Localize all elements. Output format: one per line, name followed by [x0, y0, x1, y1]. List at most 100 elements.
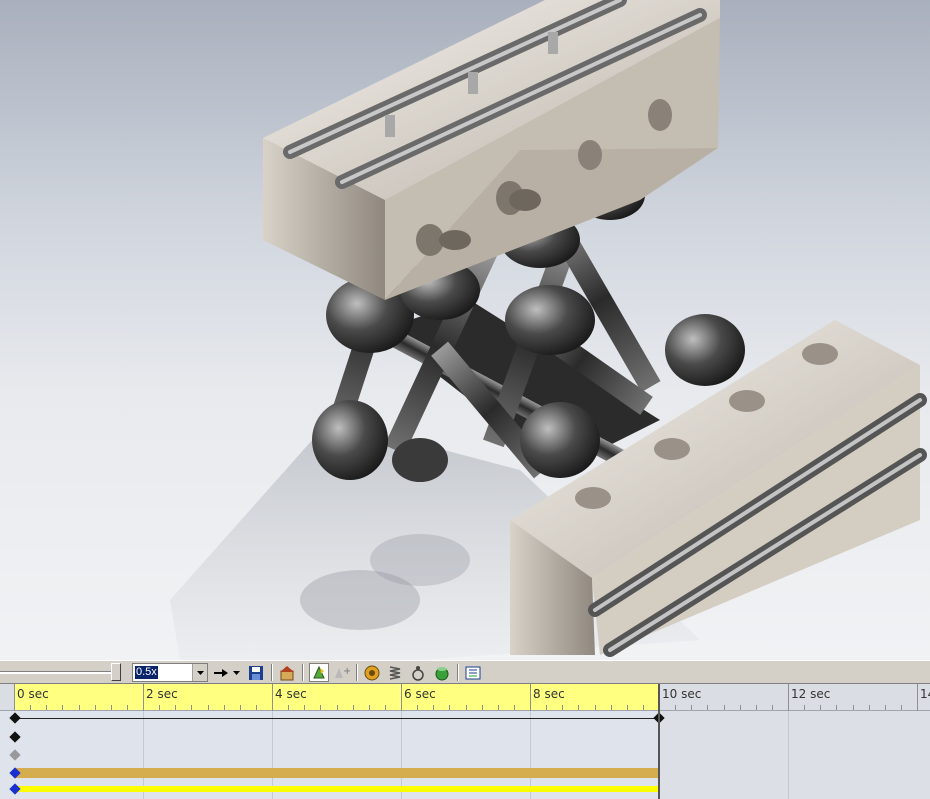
keyframe[interactable]: [9, 749, 21, 761]
tick-mark: [917, 684, 918, 711]
minor-tick: [869, 705, 870, 710]
minor-tick: [514, 705, 515, 710]
minor-tick: [611, 705, 612, 710]
chevron-down-icon[interactable]: [192, 664, 207, 681]
animation-toolbar: 0.5x +: [0, 660, 930, 684]
minor-tick: [804, 705, 805, 710]
minor-tick: [95, 705, 96, 710]
keyframe[interactable]: [9, 731, 21, 743]
minor-tick: [30, 705, 31, 710]
minor-tick: [353, 705, 354, 710]
results-icon[interactable]: [463, 663, 483, 682]
tick-mark: [788, 684, 789, 711]
minor-tick: [417, 705, 418, 710]
minor-tick: [740, 705, 741, 710]
tick-mark: [143, 684, 144, 711]
minor-tick: [546, 705, 547, 710]
minor-tick: [240, 705, 241, 710]
tick-label: 12 sec: [791, 687, 831, 701]
minor-tick: [304, 705, 305, 710]
minor-tick: [691, 705, 692, 710]
save-animation-icon[interactable]: [246, 663, 266, 682]
tick-label: 2 sec: [146, 687, 178, 701]
minor-tick: [901, 705, 902, 710]
minor-tick: [595, 705, 596, 710]
motion-study-timeline[interactable]: 0 sec 2 sec 4 sec 6 sec 8 sec 10 sec 12 …: [0, 684, 930, 799]
minor-tick: [756, 705, 757, 710]
minor-tick: [111, 705, 112, 710]
minor-tick: [562, 705, 563, 710]
tick-label: 8 sec: [533, 687, 565, 701]
toolbar-separator: [457, 664, 459, 681]
tick-label: 6 sec: [404, 687, 436, 701]
graphics-viewport[interactable]: [0, 0, 930, 660]
tick-label: 10 sec: [662, 687, 702, 701]
add-key-icon[interactable]: +: [331, 663, 351, 682]
minor-tick: [707, 705, 708, 710]
minor-tick: [498, 705, 499, 710]
tick-mark: [272, 684, 273, 711]
engine-model-render: [170, 0, 927, 660]
tick-mark: [530, 684, 531, 711]
contact-icon[interactable]: [408, 663, 428, 682]
minor-tick: [724, 705, 725, 710]
toolbar-separator: [302, 664, 304, 681]
play-arrow-icon[interactable]: [211, 663, 231, 682]
minor-tick: [369, 705, 370, 710]
motion-track-bar[interactable]: [15, 768, 659, 778]
upper-cylinder-head: [263, 0, 720, 300]
time-bar[interactable]: [658, 684, 660, 799]
minor-tick: [433, 705, 434, 710]
gravity-icon[interactable]: [432, 663, 452, 682]
minor-tick: [208, 705, 209, 710]
tick-mark: [401, 684, 402, 711]
minor-tick: [853, 705, 854, 710]
spring-icon[interactable]: [385, 663, 405, 682]
minor-tick: [466, 705, 467, 710]
motor-icon[interactable]: [362, 663, 382, 682]
playback-speed-select[interactable]: 0.5x: [132, 663, 208, 682]
svg-text:+: +: [343, 666, 350, 677]
minor-tick: [224, 705, 225, 710]
minor-tick: [643, 705, 644, 710]
time-ruler[interactable]: 0 sec 2 sec 4 sec 6 sec 8 sec 10 sec 12 …: [0, 684, 930, 711]
tick-label: 4 sec: [275, 687, 307, 701]
minor-tick: [385, 705, 386, 710]
minor-tick: [191, 705, 192, 710]
timeline-slider-track[interactable]: [0, 671, 118, 674]
minor-tick: [675, 705, 676, 710]
minor-tick: [256, 705, 257, 710]
minor-tick: [885, 705, 886, 710]
minor-tick: [159, 705, 160, 710]
minor-tick: [578, 705, 579, 710]
minor-tick: [175, 705, 176, 710]
minor-tick: [79, 705, 80, 710]
minor-tick: [627, 705, 628, 710]
minor-tick: [288, 705, 289, 710]
playback-speed-value: 0.5x: [135, 666, 158, 679]
minor-tick: [127, 705, 128, 710]
tick-label: 0 sec: [17, 687, 49, 701]
minor-tick: [320, 705, 321, 710]
motion-track-bar[interactable]: [15, 786, 659, 792]
timeline-slider-thumb[interactable]: [111, 663, 121, 681]
timeline-inactive-region: [660, 711, 930, 799]
minor-tick: [62, 705, 63, 710]
toolbar-separator: [271, 664, 273, 681]
toolbar-separator: [356, 664, 358, 681]
home-position-icon[interactable]: [277, 663, 297, 682]
dropdown-icon[interactable]: [230, 663, 242, 682]
tick-mark: [14, 684, 15, 711]
minor-tick: [772, 705, 773, 710]
minor-tick: [836, 705, 837, 710]
tick-label: 14: [920, 687, 930, 701]
keyframe-start[interactable]: [9, 712, 21, 724]
key-row-line: [15, 718, 659, 719]
minor-tick: [449, 705, 450, 710]
gridline: [788, 711, 789, 799]
minor-tick: [820, 705, 821, 710]
minor-tick: [482, 705, 483, 710]
minor-tick: [46, 705, 47, 710]
autokey-icon[interactable]: [309, 663, 329, 682]
minor-tick: [337, 705, 338, 710]
